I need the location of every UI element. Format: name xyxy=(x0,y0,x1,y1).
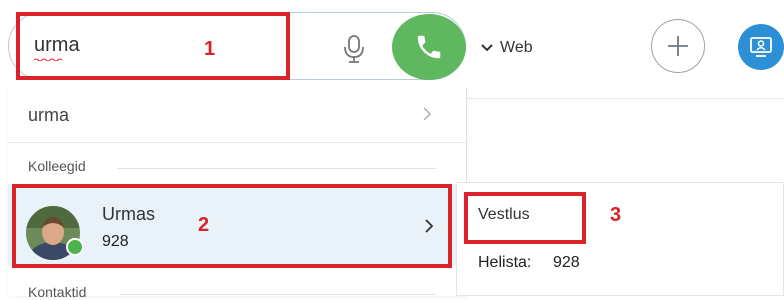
divider xyxy=(8,142,466,143)
annotation-box-2 xyxy=(12,184,452,268)
annotation-number-3: 3 xyxy=(610,204,622,226)
screen-share-button[interactable] xyxy=(738,24,784,70)
chevron-right-icon xyxy=(423,107,432,121)
section-divider xyxy=(117,168,436,169)
chevron-down-icon xyxy=(481,44,493,52)
phone-icon xyxy=(417,35,441,59)
annotation-box-1 xyxy=(16,12,290,80)
annotation-number-1: 1 xyxy=(204,38,216,60)
toolbar-separator xyxy=(466,98,784,99)
call-option-label[interactable]: Helista: xyxy=(478,254,531,272)
section-label-contacts: Kontaktid xyxy=(28,284,87,300)
call-button[interactable] xyxy=(392,14,466,80)
suggestion-row[interactable] xyxy=(8,92,466,140)
screen-share-icon xyxy=(750,37,772,57)
annotation-box-3 xyxy=(464,192,586,244)
suggestion-text: urma xyxy=(28,105,70,125)
add-button[interactable] xyxy=(651,19,705,73)
web-dropdown-label: Web xyxy=(500,39,533,56)
plus-icon xyxy=(668,36,688,56)
call-option-number[interactable]: 928 xyxy=(553,254,580,272)
section-label-colleagues: Kolleegid xyxy=(28,158,86,174)
section-divider xyxy=(120,294,436,295)
web-dropdown[interactable]: Web xyxy=(480,36,533,60)
annotation-number-2: 2 xyxy=(198,214,210,236)
microphone-icon[interactable] xyxy=(340,34,368,64)
